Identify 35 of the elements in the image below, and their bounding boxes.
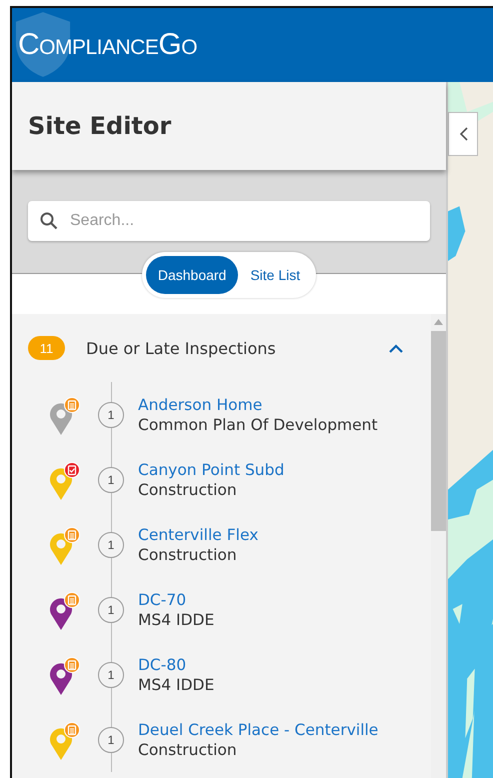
inspection-count: 1 — [98, 726, 124, 752]
inspection-count: 1 — [98, 662, 124, 688]
site-type: MS4 IDDE — [138, 610, 214, 628]
app-logo[interactable]: ComplianceGo — [18, 28, 198, 62]
view-tab[interactable]: Site List — [238, 256, 312, 294]
site-link[interactable]: Canyon Point Subd — [138, 460, 284, 478]
search-icon — [40, 212, 58, 230]
panel-title: Site Editor — [28, 112, 172, 140]
inspection-count: 1 — [98, 402, 124, 428]
map-pin-icon — [48, 592, 80, 632]
inspection-count: 1 — [98, 466, 124, 492]
site-type: Construction — [138, 546, 238, 564]
view-tab[interactable]: Dashboard — [146, 256, 238, 294]
map-pin-icon — [48, 462, 80, 502]
site-link[interactable]: Deuel Creek Place - Centerville — [138, 720, 378, 738]
map-pin-icon — [48, 396, 80, 436]
chevron-up-icon[interactable] — [389, 344, 403, 352]
section-title: Due or Late Inspections — [86, 338, 277, 358]
site-type: Construction — [138, 480, 238, 498]
site-link[interactable]: Centerville Flex — [138, 526, 258, 544]
inspection-count: 1 — [98, 532, 124, 558]
map-pin-icon — [48, 722, 80, 762]
map-pin-icon — [48, 526, 80, 566]
site-type: Common Plan Of Development — [138, 416, 378, 434]
site-link[interactable]: DC-70 — [138, 590, 214, 608]
site-link[interactable]: Anderson Home — [138, 396, 378, 414]
site-link[interactable]: DC-80 — [138, 656, 214, 674]
count-badge: 11 — [28, 336, 65, 360]
site-type: Construction — [138, 740, 238, 758]
chevron-left-icon — [458, 127, 468, 141]
collapse-button[interactable] — [448, 112, 478, 156]
map-pin-icon — [48, 656, 80, 696]
inspection-count: 1 — [98, 596, 124, 622]
site-type: MS4 IDDE — [138, 676, 214, 694]
search-field[interactable]: Search... — [28, 201, 430, 241]
